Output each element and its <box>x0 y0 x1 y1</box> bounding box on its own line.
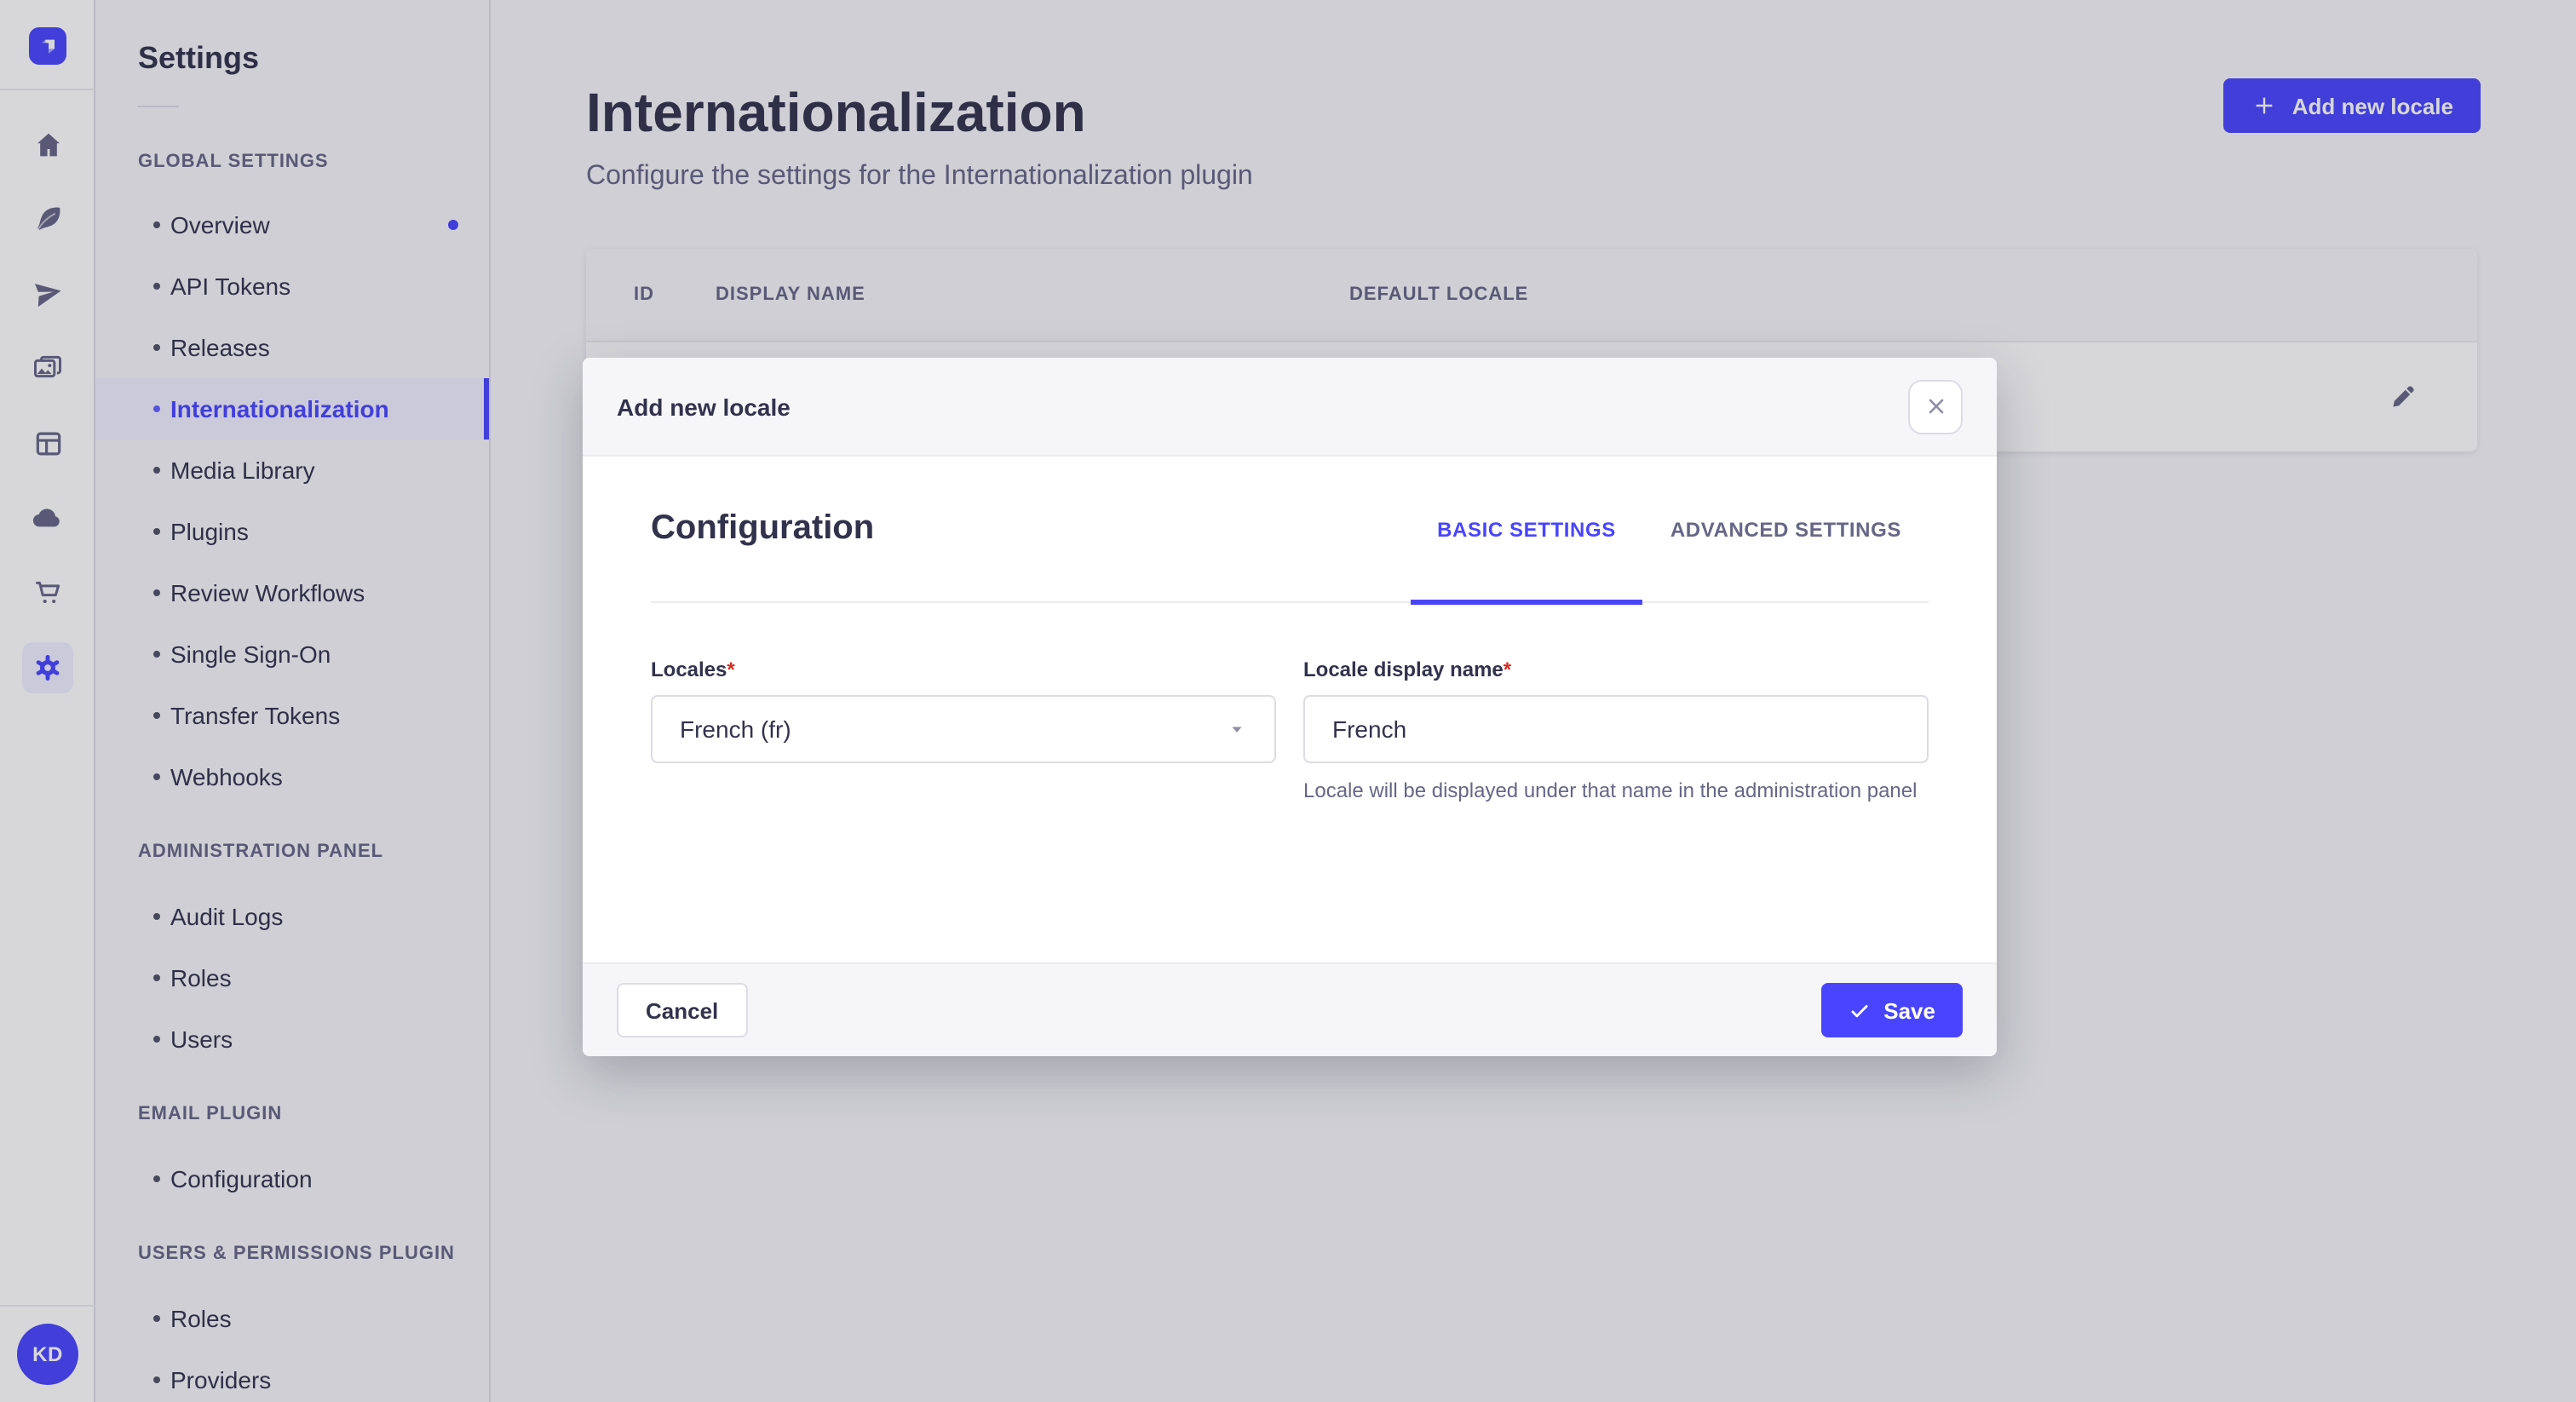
settings-tabs: BASIC SETTINGS ADVANCED SETTINGS <box>1410 457 1929 605</box>
form-fields-row: Locales* French (fr) Locale display name… <box>651 658 1929 804</box>
close-icon <box>1928 399 1943 414</box>
required-asterisk: * <box>727 658 735 681</box>
modal-footer: Cancel Save <box>583 962 1997 1056</box>
locales-select-value: French (fr) <box>680 715 791 743</box>
cancel-button[interactable]: Cancel <box>617 983 748 1037</box>
display-name-label: Locale display name* <box>1303 658 1512 681</box>
display-name-hint: Locale will be displayed under that name… <box>1303 779 1918 802</box>
tab-basic-settings[interactable]: BASIC SETTINGS <box>1410 457 1643 605</box>
modal-body: Configuration BASIC SETTINGS ADVANCED SE… <box>583 457 1997 962</box>
locales-label: Locales* <box>651 658 735 681</box>
display-name-input[interactable] <box>1303 695 1929 763</box>
locales-field: Locales* French (fr) <box>651 658 1276 804</box>
add-new-locale-modal: Add new locale Configuration BASIC SETTI… <box>583 358 1997 1056</box>
tab-advanced-settings[interactable]: ADVANCED SETTINGS <box>1643 457 1929 601</box>
close-modal-button[interactable] <box>1908 379 1963 434</box>
required-asterisk: * <box>1503 658 1512 681</box>
display-name-field: Locale display name* Locale will be disp… <box>1303 658 1929 804</box>
modal-title: Add new locale <box>617 393 791 420</box>
chevron-down-icon <box>1232 727 1242 733</box>
configuration-title: Configuration <box>651 509 875 547</box>
check-icon <box>1850 1003 1867 1017</box>
save-button[interactable]: Save <box>1820 983 1963 1037</box>
modal-header: Add new locale <box>583 358 1997 457</box>
locales-select[interactable]: French (fr) <box>651 695 1276 763</box>
configuration-header-row: Configuration BASIC SETTINGS ADVANCED SE… <box>651 457 1929 605</box>
